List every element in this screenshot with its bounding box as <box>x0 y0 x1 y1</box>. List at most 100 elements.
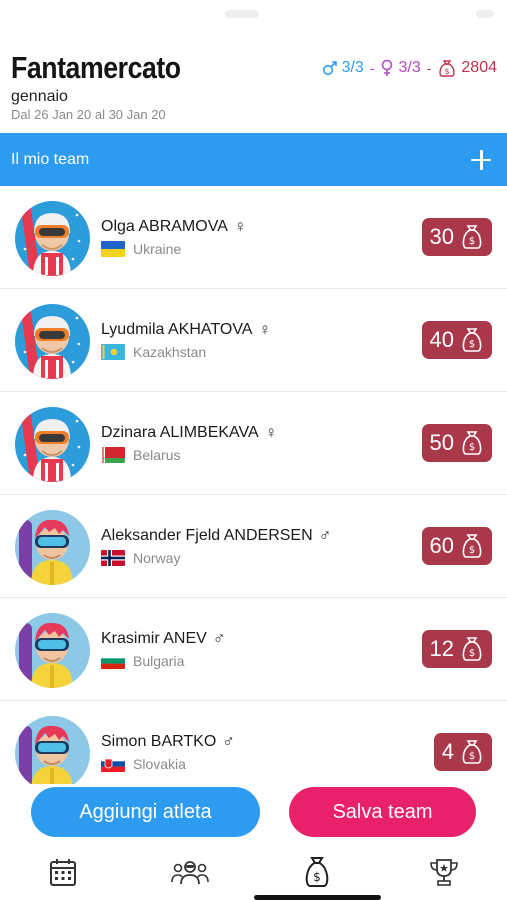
budget-counter: $ 2804 <box>437 58 497 78</box>
tab-market[interactable]: $ <box>254 843 381 900</box>
trophy-icon <box>429 858 458 886</box>
male-skier-avatar <box>15 613 90 688</box>
money-bag-icon: $ <box>439 60 456 77</box>
country-name: Norway <box>133 550 181 566</box>
flag-bulgaria-icon <box>101 653 125 669</box>
male-icon <box>322 61 337 76</box>
athlete-row[interactable]: Aleksander Fjeld ANDERSEN ♂ Norway 60 $ <box>0 495 507 598</box>
price-badge[interactable]: 60 $ <box>421 527 492 565</box>
male-count: 3/3 <box>341 59 364 76</box>
flag-ukraine-icon <box>101 241 125 257</box>
athlete-name-text: Dzinara ALIMBEKAVA <box>101 424 259 441</box>
athlete-country: Ukraine <box>101 241 181 257</box>
male-counter: 3/3 <box>322 59 364 77</box>
svg-text:$: $ <box>469 339 475 350</box>
svg-text:$: $ <box>469 751 475 762</box>
calendar-icon <box>50 858 77 886</box>
female-icon: ♀ <box>258 320 272 339</box>
female-icon <box>382 59 393 76</box>
price-value: 30 <box>429 224 454 249</box>
tab-athletes[interactable] <box>127 843 254 900</box>
status-time-placeholder <box>225 10 259 18</box>
separator: - <box>369 60 375 76</box>
flag-norway-icon <box>101 550 125 566</box>
female-skier-avatar <box>15 407 90 482</box>
athlete-country: Belarus <box>101 447 180 463</box>
price-badge[interactable]: 30 $ <box>421 218 492 256</box>
flag-slovakia-icon <box>101 756 125 772</box>
athlete-name: Dzinara ALIMBEKAVA ♀ <box>101 423 277 443</box>
price-value: 50 <box>429 430 454 455</box>
page-title: Fantamercato <box>11 50 181 85</box>
athlete-name: Aleksander Fjeld ANDERSEN ♂ <box>101 526 331 546</box>
athlete-name: Krasimir ANEV ♂ <box>101 629 226 649</box>
period-dates: Dal 26 Jan 20 al 30 Jan 20 <box>11 107 166 122</box>
country-name: Kazakhstan <box>133 344 207 360</box>
athlete-name-text: Olga ABRAMOVA <box>101 218 228 235</box>
status-bar <box>0 0 507 30</box>
action-bar: Aggiungi atleta Salva team <box>0 785 507 843</box>
athlete-name: Lyudmila AKHATOVA ♀ <box>101 320 271 340</box>
country-name: Belarus <box>133 447 181 463</box>
separator: - <box>426 60 432 76</box>
tab-bar: $ <box>0 843 507 900</box>
tab-calendar[interactable] <box>0 843 127 900</box>
athlete-name: Simon BARTKO ♂ <box>101 732 235 752</box>
athlete-row[interactable]: Lyudmila AKHATOVA ♀ Kazakhstan 40 $ <box>0 289 507 392</box>
athlete-row[interactable]: Dzinara ALIMBEKAVA ♀ Belarus 50 $ <box>0 392 507 495</box>
header: Fantamercato gennaio Dal 26 Jan 20 al 30… <box>0 40 507 132</box>
svg-text:$: $ <box>445 67 450 76</box>
money-bag-icon: $ <box>460 430 484 456</box>
country-name: Slovakia <box>133 756 186 772</box>
athlete-name-text: Lyudmila AKHATOVA <box>101 321 253 338</box>
female-skier-avatar <box>15 201 90 276</box>
athlete-country: Bulgaria <box>101 653 184 669</box>
price-badge[interactable]: 50 $ <box>421 424 492 462</box>
money-bag-icon: $ <box>460 533 484 559</box>
female-icon: ♀ <box>264 423 278 442</box>
my-team-label: Il mio team <box>11 150 90 168</box>
money-bag-icon: $ <box>305 856 329 887</box>
period-subtitle: gennaio <box>11 88 68 105</box>
svg-text:$: $ <box>469 648 475 659</box>
svg-text:$: $ <box>313 870 321 884</box>
athlete-name-text: Simon BARTKO <box>101 733 217 750</box>
athlete-country: Norway <box>101 550 180 566</box>
tab-ranking[interactable] <box>380 843 507 900</box>
home-indicator <box>254 895 381 900</box>
country-name: Bulgaria <box>133 653 185 669</box>
svg-text:$: $ <box>469 236 475 247</box>
male-icon: ♂ <box>222 732 236 751</box>
female-skier-avatar <box>15 304 90 379</box>
athlete-country: Kazakhstan <box>101 344 206 360</box>
athlete-name-text: Aleksander Fjeld ANDERSEN <box>101 527 313 544</box>
battery-icon <box>476 10 494 18</box>
add-athlete-button[interactable]: Aggiungi atleta <box>31 787 260 837</box>
country-name: Ukraine <box>133 241 182 257</box>
price-badge[interactable]: 40 $ <box>421 321 492 359</box>
athlete-list[interactable]: Olga ABRAMOVA ♀ Ukraine 30 $ Lyudmila AKH… <box>0 186 507 784</box>
price-badge[interactable]: 12 $ <box>421 630 492 668</box>
athlete-row[interactable]: Simon BARTKO ♂ Slovakia 4 $ <box>0 701 507 784</box>
athlete-row[interactable]: Olga ABRAMOVA ♀ Ukraine 30 $ <box>0 186 507 289</box>
money-bag-icon: $ <box>460 739 484 765</box>
plus-icon[interactable] <box>469 148 493 172</box>
athlete-row[interactable]: Krasimir ANEV ♂ Bulgaria 12 $ <box>0 598 507 701</box>
female-icon: ♀ <box>233 217 247 236</box>
flag-belarus-icon <box>101 447 125 463</box>
team-counters: 3/3 - 3/3 - $ 2804 <box>322 58 497 78</box>
male-skier-avatar <box>15 510 90 585</box>
price-value: 12 <box>429 636 454 661</box>
svg-text:$: $ <box>469 545 475 556</box>
money-bag-icon: $ <box>460 636 484 662</box>
athlete-name: Olga ABRAMOVA ♀ <box>101 217 247 237</box>
price-value: 4 <box>441 739 454 764</box>
male-skier-avatar <box>15 716 90 784</box>
save-team-button[interactable]: Salva team <box>289 787 476 837</box>
price-badge[interactable]: 4 $ <box>433 733 492 771</box>
my-team-bar: Il mio team <box>0 133 507 186</box>
money-bag-icon: $ <box>460 224 484 250</box>
female-count: 3/3 <box>398 59 421 76</box>
male-icon: ♂ <box>318 526 332 545</box>
budget-value: 2804 <box>461 59 497 76</box>
